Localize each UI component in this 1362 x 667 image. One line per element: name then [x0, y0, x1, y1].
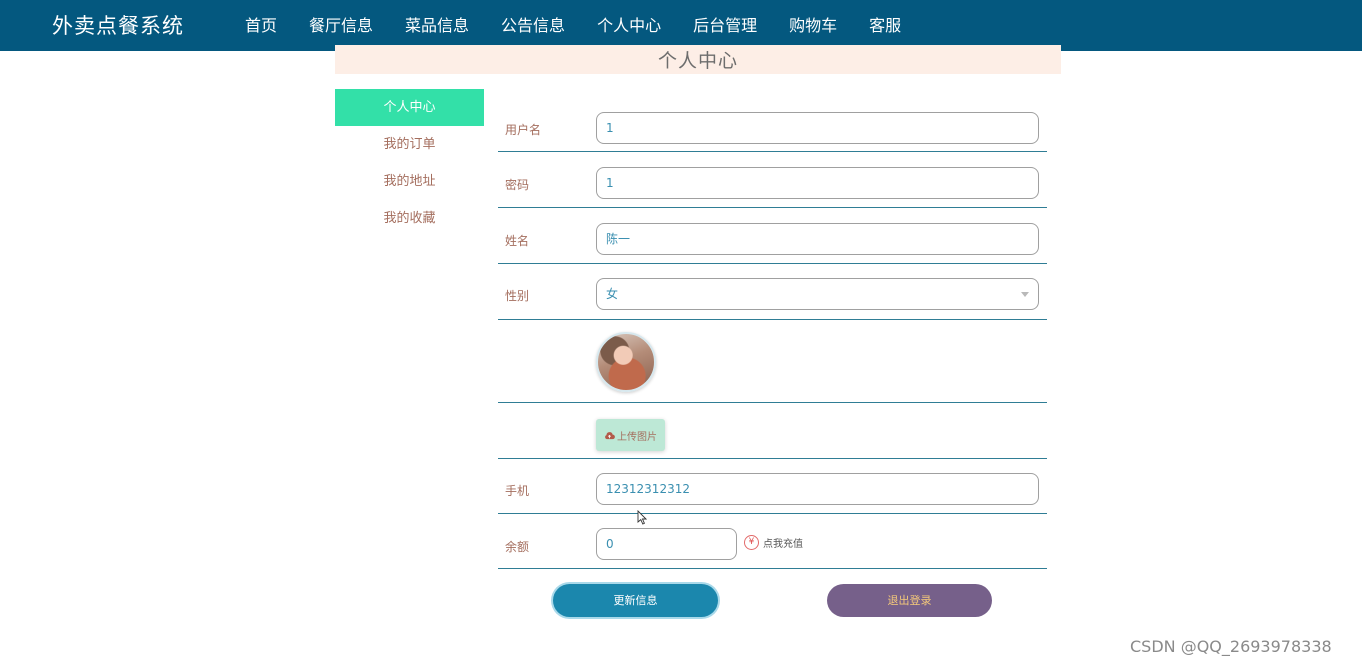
nav-item-admin[interactable]: 后台管理	[677, 0, 773, 51]
page-title: 个人中心	[657, 50, 738, 72]
sidebar-item-profile[interactable]: 个人中心	[335, 89, 484, 126]
phone-input[interactable]: 12312312312	[596, 473, 1039, 505]
recharge-link[interactable]: ¥ 点我充值	[744, 535, 803, 550]
form-row-gender: 性别 女	[498, 264, 1047, 320]
form-row-password: 密码 1	[498, 152, 1047, 208]
password-label: 密码	[505, 178, 530, 192]
nav-item-home[interactable]: 首页	[229, 0, 293, 51]
sidebar-item-orders[interactable]: 我的订单	[335, 126, 484, 163]
upload-image-button[interactable]: 上传图片	[596, 419, 665, 451]
form-row-balance: 余额 0 ¥ 点我充值	[498, 514, 1047, 569]
form-row-username: 用户名 1	[498, 104, 1047, 152]
avatar-image	[596, 332, 656, 392]
form-row-name: 姓名 陈一	[498, 208, 1047, 264]
upload-image-label: 上传图片	[617, 431, 657, 443]
name-input[interactable]: 陈一	[596, 223, 1039, 255]
nav-item-restaurants[interactable]: 餐厅信息	[293, 0, 389, 51]
sidebar-item-addresses[interactable]: 我的地址	[335, 163, 484, 200]
recharge-label: 点我充值	[763, 539, 803, 550]
nav-item-announcements[interactable]: 公告信息	[485, 0, 581, 51]
name-label: 姓名	[505, 234, 530, 248]
logout-button[interactable]: 退出登录	[827, 584, 992, 617]
nav-item-profile[interactable]: 个人中心	[581, 0, 677, 51]
cloud-upload-icon	[605, 431, 615, 439]
username-label: 用户名	[505, 123, 542, 137]
top-navbar: 外卖点餐系统 首页 餐厅信息 菜品信息 公告信息 个人中心 后台管理 购物车 客…	[0, 0, 1362, 51]
update-info-button[interactable]: 更新信息	[553, 584, 718, 617]
nav-item-cart[interactable]: 购物车	[773, 0, 853, 51]
sidebar-item-favorites[interactable]: 我的收藏	[335, 200, 484, 237]
mouse-cursor-icon	[637, 510, 647, 525]
yen-icon: ¥	[744, 535, 759, 550]
gender-select-value: 女	[606, 287, 619, 301]
nav-item-dishes[interactable]: 菜品信息	[389, 0, 485, 51]
gender-select[interactable]: 女	[596, 278, 1039, 310]
watermark-text: CSDN @QQ_2693978338	[1130, 637, 1332, 656]
nav-menu: 首页 餐厅信息 菜品信息 公告信息 个人中心 后台管理 购物车 客服	[229, 0, 917, 51]
chevron-down-icon	[1021, 292, 1029, 297]
gender-label: 性别	[505, 289, 530, 303]
password-input[interactable]: 1	[596, 167, 1039, 199]
username-input[interactable]: 1	[596, 112, 1039, 144]
balance-label: 余额	[505, 540, 530, 554]
phone-label: 手机	[505, 484, 530, 498]
form-row-upload: 上传图片	[498, 403, 1047, 459]
nav-item-support[interactable]: 客服	[853, 0, 917, 51]
site-brand[interactable]: 外卖点餐系统	[52, 10, 184, 40]
form-row-phone: 手机 12312312312	[498, 459, 1047, 514]
sidebar-menu: 个人中心 我的订单 我的地址 我的收藏	[335, 89, 484, 237]
form-row-avatar	[498, 320, 1047, 403]
balance-input[interactable]: 0	[596, 528, 737, 560]
page-title-banner: 个人中心	[335, 45, 1061, 74]
